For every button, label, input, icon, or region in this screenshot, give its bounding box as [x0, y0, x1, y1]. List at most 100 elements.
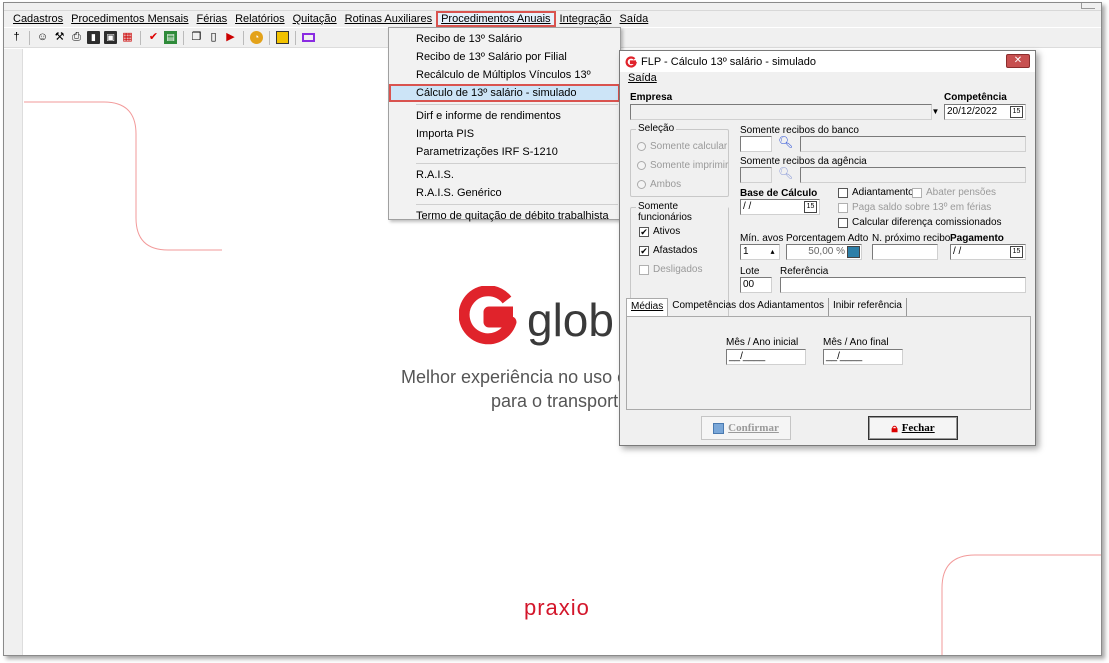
- dialog-menu-saida[interactable]: Saída: [620, 72, 1035, 87]
- radio-label: Somente imprimir: [650, 160, 729, 171]
- calculo-13-dialog: FLP - Cálculo 13º salário - simulado ✕ S…: [619, 50, 1036, 446]
- proximo-recibo-label: N. próximo recibo: [872, 233, 951, 244]
- checkbox-calcular-diferenca[interactable]: Calcular diferença comissionados: [838, 217, 1002, 228]
- radio-dot-icon: [637, 161, 646, 170]
- empresa-label: Empresa: [630, 92, 673, 103]
- calculator-icon[interactable]: [847, 246, 860, 258]
- radio-label: Ambos: [650, 179, 682, 190]
- calendar-icon[interactable]: 15: [804, 201, 817, 213]
- lote-field[interactable]: 00: [740, 277, 772, 293]
- menu-item-recibo-13-filial[interactable]: Recibo de 13º Salário por Filial: [389, 48, 620, 66]
- referencia-field[interactable]: [780, 277, 1026, 293]
- fechar-button[interactable]: 🔒︎ Fechar: [868, 416, 958, 440]
- fechar-label: Fechar: [901, 422, 935, 434]
- checkbox-ativos[interactable]: ✔ Ativos: [639, 226, 680, 237]
- tagline-line-2: para o transport: [491, 391, 619, 411]
- dialog-title: FLP - Cálculo 13º salário - simulado: [641, 55, 817, 68]
- agencia-name-field[interactable]: [800, 167, 1026, 183]
- lote-label: Lote: [740, 266, 760, 277]
- save-icon: [713, 422, 725, 434]
- lock-icon: 🔒︎: [891, 420, 898, 435]
- confirmar-label: Confirmar: [728, 422, 779, 434]
- application-window: Cadastros Procedimentos Mensais Férias R…: [3, 2, 1102, 656]
- tab-medias[interactable]: Médias: [626, 298, 669, 316]
- empresa-field[interactable]: [630, 104, 932, 120]
- spinner-icon[interactable]: ▴: [767, 246, 778, 258]
- radio-dot-icon: [637, 142, 646, 151]
- radio-ambos[interactable]: Ambos: [637, 179, 681, 190]
- checkbox-label: Calcular diferença comissionados: [852, 217, 1002, 228]
- menu-item-parametrizacoes-irf[interactable]: Parametrizações IRF S-1210: [389, 143, 620, 161]
- porcentagem-label: Porcentagem Adto: [786, 233, 869, 244]
- banco-code-field[interactable]: [740, 136, 772, 152]
- mes-ano-inicial-field[interactable]: __/____: [726, 349, 806, 365]
- search-icon[interactable]: 🔍︎: [778, 166, 793, 180]
- funcionarios-title: Somente funcionários: [636, 201, 728, 223]
- confirmar-button[interactable]: Confirmar: [701, 416, 791, 440]
- menu-separator: [416, 163, 618, 164]
- app-logo-icon: [625, 55, 637, 67]
- checkbox-label: Desligados: [653, 264, 703, 275]
- checkbox-paga-saldo[interactable]: Paga saldo sobre 13º em férias: [838, 202, 991, 213]
- competencia-label: Competência: [944, 92, 1007, 103]
- menu-item-termo-quitacao[interactable]: Termo de quitação de débito trabalhista: [389, 207, 620, 225]
- check-icon: ✔: [639, 226, 649, 237]
- menu-item-importa-pis[interactable]: Importa PIS: [389, 125, 620, 143]
- banco-name-field[interactable]: [800, 136, 1026, 152]
- radio-somente-calcular[interactable]: Somente calcular: [637, 141, 727, 152]
- tagline-line-1: Melhor experiência no uso c: [401, 367, 627, 387]
- tab-strip: Médias Competências dos Adiantamentos In…: [626, 298, 907, 316]
- menu-item-dirf[interactable]: Dirf e informe de rendimentos: [389, 107, 620, 125]
- checkbox-box: [838, 217, 848, 228]
- menu-item-recibo-13[interactable]: Recibo de 13º Salário: [389, 30, 620, 48]
- banco-label: Somente recibos do banco: [740, 125, 859, 136]
- selecao-group: Seleção Somente calcular Somente imprimi…: [630, 123, 729, 197]
- search-icon[interactable]: 🔍︎: [778, 135, 793, 149]
- agencia-label: Somente recibos da agência: [740, 156, 867, 167]
- radio-label: Somente calcular: [650, 141, 728, 152]
- referencia-label: Referência: [780, 266, 829, 277]
- menu-item-recalculo-vinculos[interactable]: Recálculo de Múltiplos Vínculos 13º: [389, 66, 620, 84]
- checkbox-adiantamento[interactable]: Adiantamento: [838, 187, 914, 198]
- mes-ano-final-field[interactable]: __/____: [823, 349, 903, 365]
- menu-separator: [416, 204, 618, 205]
- checkbox-label: Ativos: [653, 226, 681, 237]
- checkbox-box: [838, 202, 848, 213]
- calendar-icon[interactable]: 15: [1010, 106, 1023, 118]
- checkbox-abater-pensoes[interactable]: Abater pensões: [912, 187, 996, 198]
- tab-inibir-referencia[interactable]: Inibir referência: [829, 298, 907, 316]
- chevron-down-icon[interactable]: ▼: [930, 106, 941, 118]
- menu-item-rais-generico[interactable]: R.A.I.S. Genérico: [389, 184, 620, 202]
- radio-somente-imprimir[interactable]: Somente imprimir: [637, 160, 728, 171]
- procedimentos-anuais-menu: Recibo de 13º Salário Recibo de 13º Salá…: [388, 27, 621, 222]
- dialog-body: Empresa ▼ Competência 20/12/2022 15 Sele…: [620, 87, 1035, 447]
- mes-ano-inicial-label: Mês / Ano inicial: [726, 337, 799, 348]
- agencia-code-field[interactable]: [740, 167, 772, 183]
- checkbox-label: Adiantamento: [852, 187, 914, 198]
- tab-competencias-adiantamentos[interactable]: Competências dos Adiantamentos: [668, 298, 830, 316]
- praxio-brand: praxio: [524, 595, 590, 620]
- checkbox-box: [912, 187, 922, 198]
- menu-item-rais[interactable]: R.A.I.S.: [389, 166, 620, 184]
- close-icon[interactable]: ✕: [1006, 54, 1030, 68]
- globus-logo-icon: [459, 286, 517, 345]
- pagamento-label: Pagamento: [950, 233, 1004, 244]
- radio-dot-icon: [637, 180, 646, 189]
- calendar-icon[interactable]: 15: [1010, 246, 1023, 258]
- logo-text: glob: [527, 294, 614, 346]
- mes-ano-final-label: Mês / Ano final: [823, 337, 889, 348]
- menu-item-calculo-13-simulado[interactable]: Cálculo de 13º salário - simulado: [389, 84, 620, 102]
- proximo-recibo-field[interactable]: [872, 244, 938, 260]
- checkbox-box: [838, 187, 848, 198]
- min-avos-label: Mín. avos: [740, 233, 784, 244]
- checkbox-box: [639, 264, 649, 275]
- base-calculo-label: Base de Cálculo: [740, 188, 818, 199]
- checkbox-afastados[interactable]: ✔ Afastados: [639, 245, 697, 256]
- menu-separator: [416, 104, 618, 105]
- checkbox-label: Afastados: [653, 245, 698, 256]
- check-icon: ✔: [639, 245, 649, 256]
- checkbox-label: Abater pensões: [926, 187, 997, 198]
- checkbox-label: Paga saldo sobre 13º em férias: [852, 202, 992, 213]
- dialog-titlebar: FLP - Cálculo 13º salário - simulado: [620, 51, 1035, 72]
- checkbox-desligados[interactable]: Desligados: [639, 264, 702, 275]
